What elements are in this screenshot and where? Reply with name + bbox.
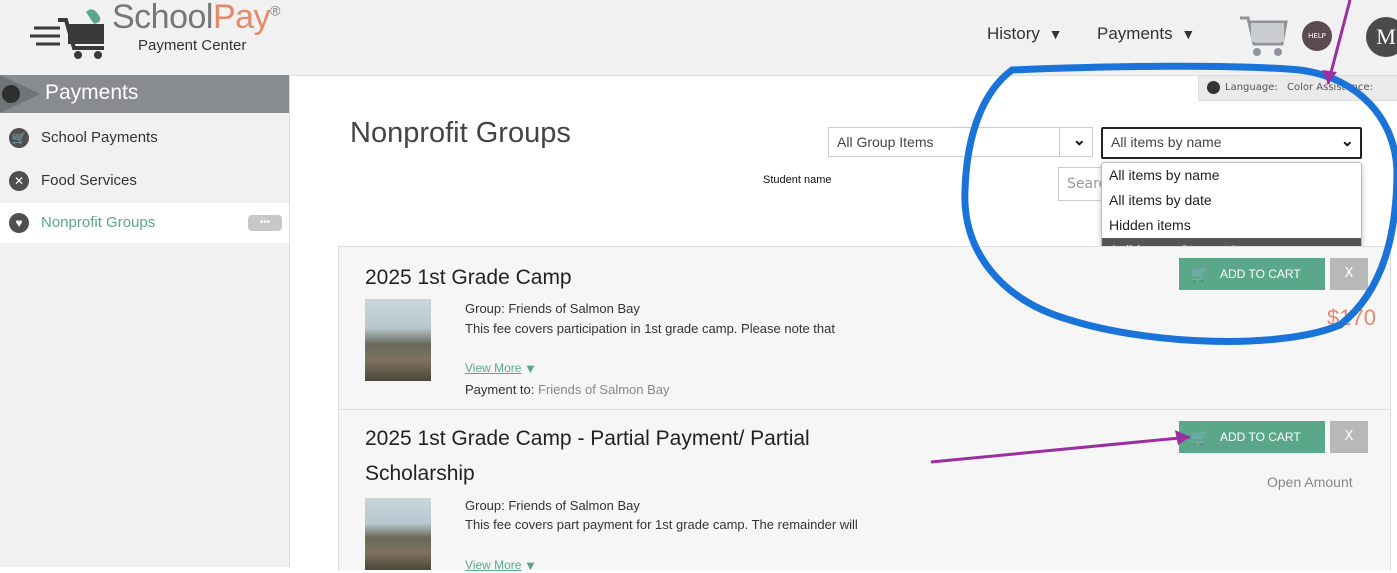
nav-payments-label: Payments (1097, 24, 1173, 43)
globe-icon[interactable] (1207, 81, 1220, 94)
group-filter-value: All Group Items (837, 134, 934, 150)
sidebar-item-school-payments[interactable]: 🛒 School Payments (0, 118, 289, 158)
select-divider (1059, 128, 1060, 156)
logo-main: School (112, 0, 213, 36)
item-title-line2: Scholarship (365, 462, 475, 485)
item-thumbnail (365, 299, 431, 381)
cart-icon: 🛒 (1191, 429, 1209, 445)
more-badge[interactable]: ••• (248, 215, 282, 231)
chevron-down-icon: ▼ (1048, 26, 1063, 42)
sort-filter-value: All items by name (1111, 134, 1222, 150)
dropdown-option-label: All items by name (1109, 167, 1220, 183)
add-to-cart-label: ADD TO CART (1220, 430, 1301, 444)
item-description: This fee covers participation in 1st gra… (465, 321, 835, 336)
language-label[interactable]: Language: (1225, 82, 1278, 93)
view-more-link[interactable]: View More ▼ (465, 357, 534, 376)
item-card: 2025 1st Grade Camp Group: Friends of Sa… (338, 246, 1391, 410)
schoolpay-logo-icon (30, 9, 104, 59)
piggy-bank-icon (2, 85, 20, 103)
caret-down-icon: ▼ (526, 364, 535, 375)
hide-item-button[interactable]: X (1330, 421, 1368, 453)
sidebar-title-bar: Payments (0, 75, 289, 113)
dropdown-option-label: Hidden items (1109, 217, 1191, 233)
view-more-label: View More (465, 361, 522, 375)
payment-to-label: Payment to: (465, 382, 535, 397)
logo-reg: ® (270, 2, 280, 19)
page-title: Nonprofit Groups (350, 117, 571, 149)
dropdown-option[interactable]: All items by date (1102, 188, 1361, 212)
sidebar-item-label: Nonprofit Groups (41, 214, 156, 231)
chevron-down-icon: ▼ (1181, 26, 1196, 42)
avatar[interactable]: M (1366, 17, 1397, 57)
cart-icon: 🛒 (1191, 266, 1209, 282)
group-filter-select[interactable]: All Group Items ⌄ (828, 127, 1093, 157)
dropdown-option-label: All items by date (1109, 192, 1212, 208)
help-button[interactable]: HELP (1302, 21, 1332, 51)
top-header: SchoolPay® Payment Center History ▼ Paym… (0, 0, 1397, 76)
dropdown-option[interactable]: Hidden items (1102, 213, 1361, 237)
sidebar-title: Payments (45, 81, 139, 104)
nav-payments[interactable]: Payments ▼ (1097, 24, 1195, 44)
sort-filter-select[interactable]: All items by name ⌄ (1101, 127, 1362, 159)
language-bar: Language: Color Assistance: (1198, 75, 1397, 101)
sidebar-item-food-services[interactable]: ✕ Food Services (0, 161, 289, 201)
item-price: Open Amount (1267, 474, 1353, 490)
item-group: Group: Friends of Salmon Bay (465, 301, 640, 316)
item-description: This fee covers part payment for 1st gra… (465, 517, 858, 532)
logo-subtitle: Payment Center (138, 37, 247, 54)
hide-item-button[interactable]: X (1330, 258, 1368, 290)
item-price: $170 (1327, 305, 1376, 330)
item-thumbnail (365, 498, 431, 570)
add-to-cart-label: ADD TO CART (1220, 267, 1301, 281)
nav-history-label: History (987, 24, 1040, 43)
view-more-link[interactable]: View More ▼ (465, 554, 534, 573)
cart-icon: 🛒 (9, 128, 29, 148)
sidebar-item-label: School Payments (41, 129, 158, 146)
payment-to-value: Friends of Salmon Bay (538, 382, 670, 397)
dropdown-option[interactable]: All items by name (1102, 163, 1361, 187)
logo-text[interactable]: SchoolPay® (112, 0, 280, 37)
utensils-icon: ✕ (9, 171, 29, 191)
view-more-label: View More (465, 558, 522, 572)
logo-accent: Pay (212, 0, 271, 36)
nav-history[interactable]: History ▼ (987, 24, 1063, 44)
item-card: 2025 1st Grade Camp - Partial Payment/ P… (338, 409, 1391, 573)
item-title-line1: 2025 1st Grade Camp - Partial Payment/ P… (365, 427, 810, 450)
cart-icon[interactable] (1238, 14, 1288, 58)
chevron-down-icon: ⌄ (1072, 132, 1086, 149)
color-assistance-label[interactable]: Color Assistance: (1287, 82, 1373, 93)
add-to-cart-button[interactable]: 🛒 ADD TO CART (1179, 421, 1325, 453)
heart-icon: ♥ (9, 213, 29, 233)
item-title: 2025 1st Grade Camp (365, 266, 572, 289)
chevron-down-icon: ⌄ (1340, 133, 1354, 150)
sidebar-item-label: Food Services (41, 172, 137, 189)
student-name-label: Student name (763, 174, 832, 186)
add-to-cart-button[interactable]: 🛒 ADD TO CART (1179, 258, 1325, 290)
item-group: Group: Friends of Salmon Bay (465, 498, 640, 513)
sidebar-item-nonprofit-groups[interactable]: ♥ Nonprofit Groups ••• (0, 203, 289, 243)
payment-to: Payment to: Friends of Salmon Bay (465, 382, 670, 397)
